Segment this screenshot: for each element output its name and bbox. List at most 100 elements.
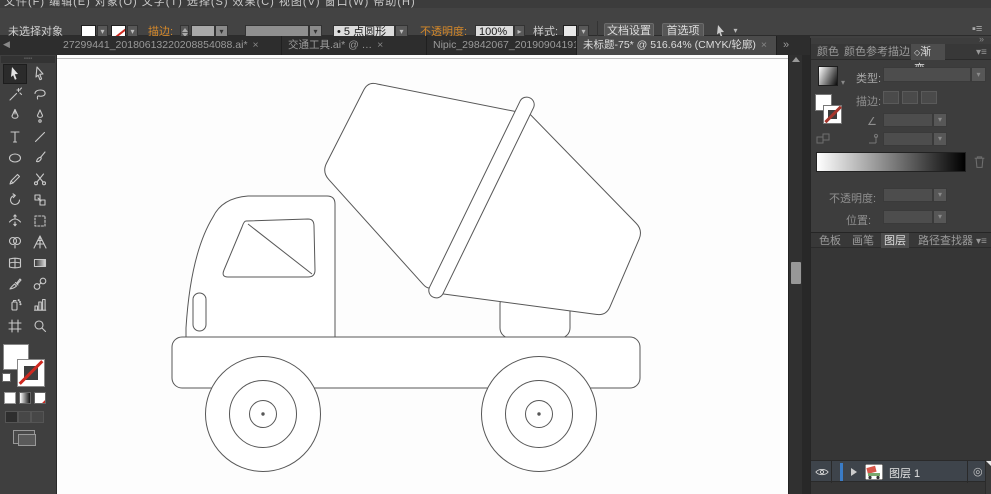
ellipse-tool[interactable] — [3, 148, 27, 168]
draw-behind-button[interactable] — [18, 411, 31, 423]
opacity-label: 不透明度: — [829, 193, 877, 205]
stop-opacity-field[interactable] — [883, 188, 933, 202]
pen-tool[interactable] — [3, 106, 27, 126]
tab-pathfinder[interactable]: 路径查找器 — [915, 233, 976, 249]
lasso-tool[interactable] — [28, 85, 52, 105]
artboard-tool[interactable] — [3, 316, 27, 336]
gradient-across-stroke-button[interactable] — [921, 91, 937, 104]
location-field[interactable] — [883, 210, 933, 224]
gradient-type-select[interactable] — [883, 67, 971, 82]
tab-layers[interactable]: 图层 — [881, 233, 909, 249]
perspective-grid-tool[interactable] — [28, 232, 52, 252]
type-tool[interactable] — [3, 127, 27, 147]
aspect-dropdown-icon[interactable]: ▾ — [933, 132, 947, 146]
layer-row[interactable]: 图层 1 ◎ — [811, 460, 985, 483]
document-tab-active[interactable]: 未标题-75* @ 516.64% (CMYK/轮廓) × — [577, 36, 777, 55]
panel-menu-icon[interactable]: ▾≡ — [976, 236, 987, 247]
stroke-proxy-swatch[interactable] — [17, 359, 45, 387]
tools-panel: ▪▪▪▪ — [0, 55, 57, 494]
screen-mode-button[interactable] — [13, 430, 36, 446]
magic-wand-tool[interactable] — [3, 85, 27, 105]
opacity-dropdown-icon[interactable]: ▾ — [933, 188, 947, 202]
document-tab[interactable]: 交通工具.ai* @ … × — [282, 36, 427, 55]
menu-bar-items[interactable]: 文件(F) 编辑(E) 对象(O) 文字(T) 选择(S) 效果(C) 视图(V… — [4, 0, 991, 8]
gradient-tool[interactable] — [28, 253, 52, 273]
gradient-ramp[interactable] — [816, 152, 966, 172]
visibility-eye-icon[interactable] — [815, 467, 829, 477]
illustrator-window: 文件(F) 编辑(E) 对象(O) 文字(T) 选择(S) 效果(C) 视图(V… — [0, 0, 991, 494]
gradient-within-stroke-button[interactable] — [883, 91, 899, 104]
location-dropdown-icon[interactable]: ▾ — [933, 210, 947, 224]
collapse-panels-icon[interactable]: » — [979, 34, 984, 44]
column-graph-tool[interactable] — [28, 295, 52, 315]
line-segment-tool[interactable] — [28, 127, 52, 147]
tab-swatches[interactable]: 色板 — [816, 233, 844, 249]
tab-brushes[interactable]: 画笔 — [849, 233, 877, 249]
scrollbar-thumb[interactable] — [790, 262, 801, 284]
panel-drag-handle[interactable]: ▪▪▪▪ — [1, 56, 55, 63]
tab-gradient[interactable]: ◇渐变 — [911, 44, 945, 75]
eyedropper-tool[interactable] — [3, 274, 27, 294]
type-dropdown-icon[interactable]: ▾ — [971, 67, 986, 82]
close-tab-icon[interactable]: × — [253, 39, 259, 51]
draw-normal-button[interactable] — [5, 411, 18, 423]
column-divider — [967, 461, 968, 483]
angle-field[interactable] — [883, 113, 933, 127]
default-fill-stroke-icon[interactable] — [2, 373, 11, 382]
layer-selection-bar — [840, 463, 843, 481]
free-transform-tool[interactable] — [28, 211, 52, 231]
aspect-ratio-field[interactable] — [883, 132, 933, 146]
front-wheel[interactable] — [205, 356, 321, 472]
tab-overflow-icon[interactable]: » — [783, 39, 789, 51]
pencil-tool[interactable] — [3, 169, 27, 189]
panel-menu-icon[interactable]: ▾≡ — [976, 47, 987, 58]
document-tab[interactable]: 27299441_20180613220208854088.ai* × — [57, 36, 282, 55]
vertical-scrollbar[interactable] — [788, 55, 802, 494]
delete-stop-icon[interactable] — [973, 155, 986, 169]
scale-tool[interactable] — [28, 190, 52, 210]
zoom-tool[interactable] — [28, 316, 52, 336]
gradient-along-stroke-button[interactable] — [902, 91, 918, 104]
tab-color[interactable]: 颜色 — [814, 44, 842, 60]
selection-tool[interactable] — [3, 64, 27, 84]
curvature-tool[interactable] — [28, 106, 52, 126]
truck-drawing[interactable] — [57, 55, 788, 494]
layer-name[interactable]: 图层 1 — [889, 465, 920, 481]
canvas[interactable] — [57, 55, 788, 494]
gradient-thumb-dropdown-icon[interactable]: ▾ — [841, 78, 845, 87]
direct-selection-tool[interactable] — [28, 64, 52, 84]
mesh-tool[interactable] — [3, 253, 27, 273]
color-mode-button[interactable] — [4, 392, 16, 404]
expand-layer-icon[interactable] — [851, 468, 857, 476]
blend-tool[interactable] — [28, 274, 52, 294]
panel-corner-widget[interactable] — [986, 461, 991, 467]
gradient-panel: ▾ 类型: ▾ 描边: ∠ ▾ ▾ 不透明度: ▾ 位置: ▾ — [811, 60, 991, 232]
paintbrush-tool[interactable] — [28, 148, 52, 168]
tab-scroll-left-icon[interactable]: ◀ — [3, 39, 10, 50]
scroll-up-icon[interactable] — [792, 57, 800, 62]
scissors-tool[interactable] — [28, 169, 52, 189]
rotate-tool[interactable] — [3, 190, 27, 210]
tab-stroke[interactable]: 描边 — [885, 44, 913, 60]
width-tool[interactable] — [3, 211, 27, 231]
layer-thumbnail[interactable] — [865, 464, 883, 480]
location-label: 位置: — [846, 215, 872, 227]
panel-stroke-proxy[interactable] — [823, 105, 842, 124]
document-tab[interactable]: Nipic_29842067_20190904191531162000.ai*× — [427, 36, 577, 55]
symbol-sprayer-tool[interactable] — [3, 295, 27, 315]
shape-builder-tool[interactable] — [3, 232, 27, 252]
rear-wheel[interactable] — [481, 356, 597, 472]
close-tab-icon[interactable]: × — [377, 39, 383, 51]
stepper-up-icon[interactable] — [181, 28, 188, 32]
tab-color-guide[interactable]: 颜色参考 — [841, 44, 891, 60]
target-circle-icon[interactable]: ◎ — [973, 465, 983, 478]
angle-dropdown-icon[interactable]: ▾ — [933, 113, 947, 127]
gradient-thumbnail[interactable] — [818, 66, 838, 86]
none-mode-button[interactable] — [34, 392, 46, 404]
menu-bar[interactable]: 文件(F) 编辑(E) 对象(O) 文字(T) 选择(S) 效果(C) 视图(V… — [0, 0, 991, 8]
door-handle[interactable] — [192, 292, 207, 332]
close-tab-icon[interactable]: × — [761, 39, 767, 51]
reverse-gradient-icon[interactable] — [816, 133, 830, 145]
gradient-mode-button[interactable] — [19, 392, 31, 404]
draw-inside-button[interactable] — [31, 411, 44, 423]
